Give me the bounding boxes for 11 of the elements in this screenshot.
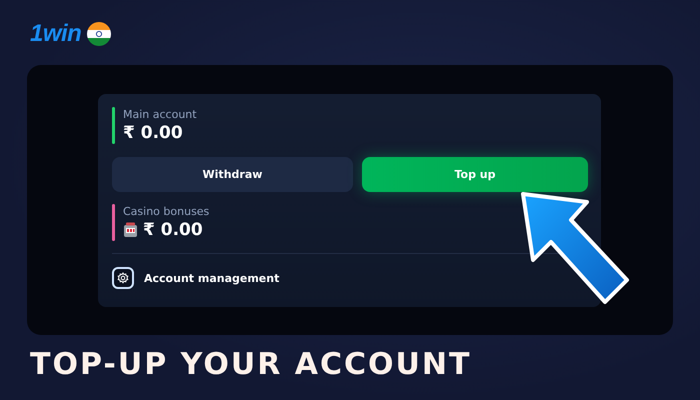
- balance-label: Casino bonuses: [123, 204, 210, 219]
- slot-machine-icon: [123, 222, 138, 238]
- settings-icon[interactable]: [112, 267, 134, 289]
- balance-amount: ₹ 0.00: [143, 219, 203, 241]
- logo: 1win: [30, 20, 82, 48]
- withdraw-button[interactable]: Withdraw: [112, 157, 353, 192]
- flag-icon: [87, 22, 112, 46]
- heading: TOP-UP YOUR ACCOUNT: [30, 347, 472, 382]
- balance-amount: ₹ 0.00: [123, 122, 183, 144]
- balance-label: Main account: [123, 107, 197, 122]
- account-management-link[interactable]: Account management: [144, 272, 280, 284]
